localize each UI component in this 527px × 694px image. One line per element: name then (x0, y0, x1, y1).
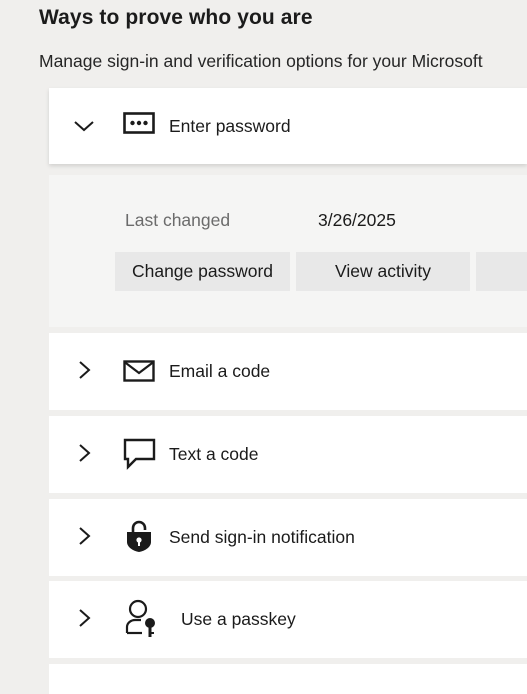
chevron-right-icon (79, 361, 91, 379)
method-toggle-passkey[interactable]: Use a passkey (49, 581, 527, 658)
method-card-text: Text a code (49, 416, 527, 493)
lock-shield-icon (127, 520, 151, 552)
method-label: Enter password (169, 116, 291, 136)
chat-bubble-icon (123, 438, 156, 470)
method-toggle-notification[interactable]: Send sign-in notification (49, 499, 527, 576)
mail-icon (123, 360, 155, 382)
method-card-notification: Send sign-in notification (49, 499, 527, 576)
method-card-passkey: Use a passkey (49, 581, 527, 658)
method-label: Text a code (169, 444, 259, 464)
password-icon (123, 112, 155, 134)
password-details-panel: Last changed 3/26/2025 Change password V… (49, 175, 527, 327)
last-changed-value: 3/26/2025 (318, 210, 396, 230)
change-password-button[interactable]: Change password (115, 252, 290, 291)
method-label: Use a passkey (181, 609, 296, 629)
method-toggle-text[interactable]: Text a code (49, 416, 527, 493)
person-key-icon (125, 599, 155, 637)
chevron-down-icon (74, 121, 94, 132)
chevron-right-icon (79, 527, 91, 545)
method-card-password: Enter password (49, 88, 527, 164)
page-subtitle: Manage sign-in and verification options … (39, 51, 483, 71)
chevron-right-icon (79, 444, 91, 462)
view-activity-button[interactable]: View activity (296, 252, 470, 291)
method-label: Email a code (169, 361, 271, 381)
chevron-right-icon (79, 609, 91, 627)
more-actions-button[interactable] (476, 252, 527, 291)
last-changed-label: Last changed (125, 210, 231, 230)
method-label: Send sign-in notification (169, 527, 355, 547)
method-card-email: Email a code (49, 333, 527, 410)
method-card-next[interactable] (49, 664, 527, 694)
method-toggle-password[interactable]: Enter password (49, 88, 527, 164)
method-toggle-email[interactable]: Email a code (49, 333, 527, 410)
page-title: Ways to prove who you are (39, 6, 313, 29)
